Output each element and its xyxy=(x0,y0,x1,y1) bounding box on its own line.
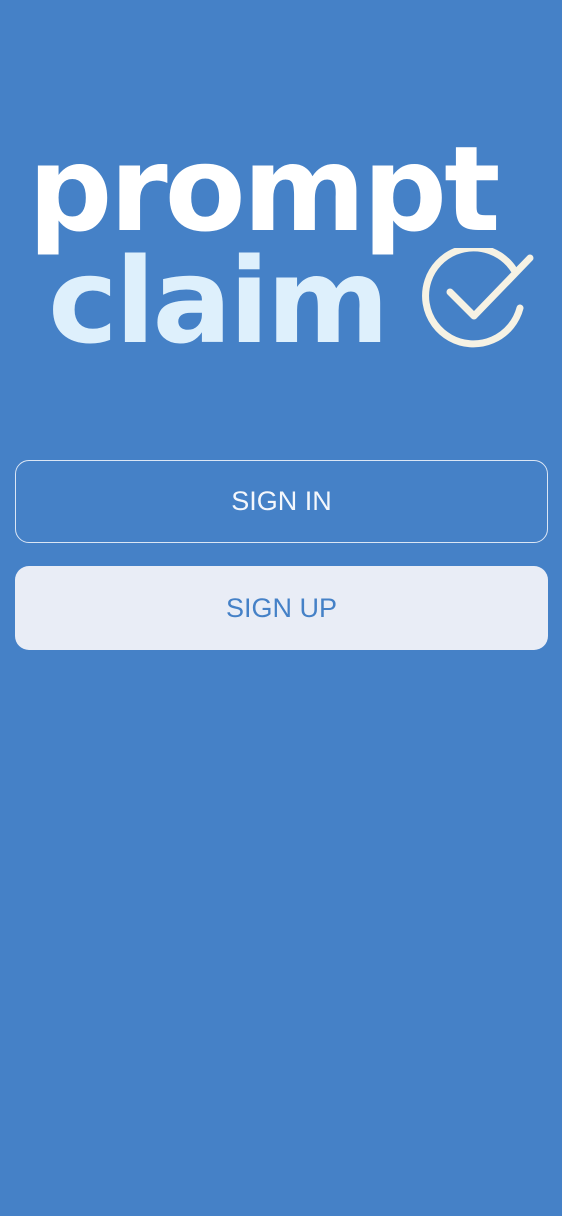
sign-in-label: SIGN IN xyxy=(231,486,332,516)
logo-word-prompt: prompt xyxy=(28,120,501,258)
check-circle-icon xyxy=(422,248,534,348)
sign-up-button[interactable]: SIGN UP xyxy=(15,566,548,650)
sign-up-label: SIGN UP xyxy=(225,592,338,623)
logo-word-claim: claim xyxy=(48,232,389,370)
sign-in-button[interactable]: SIGN IN xyxy=(15,460,548,543)
app-logo: prompt claim xyxy=(28,130,538,360)
